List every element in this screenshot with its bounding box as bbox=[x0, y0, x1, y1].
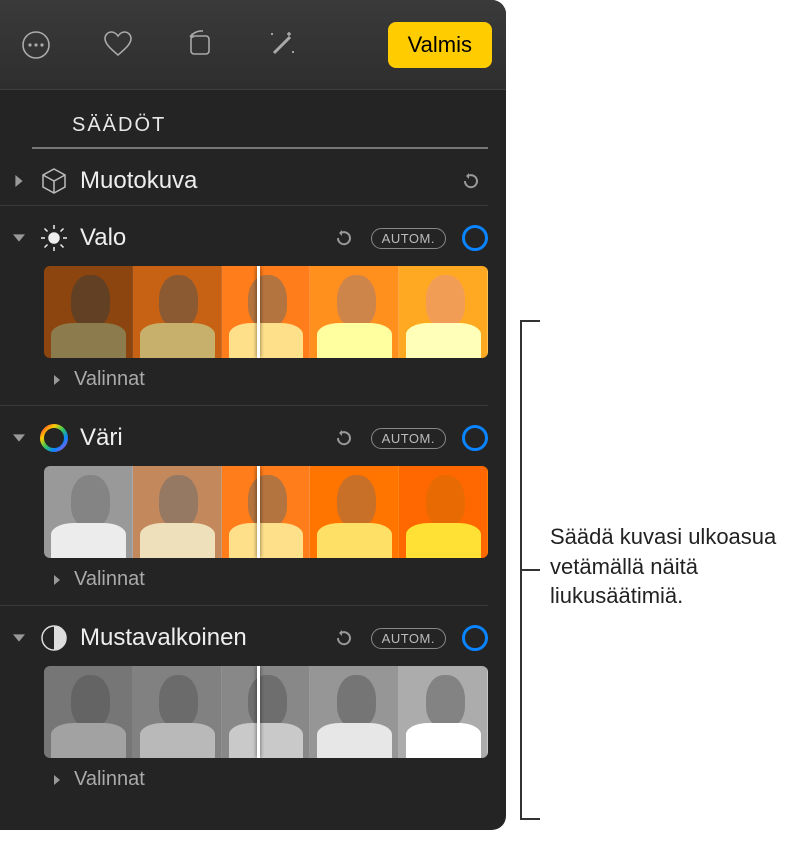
favorite-icon[interactable] bbox=[96, 23, 140, 67]
auto-button[interactable]: AUTOM. bbox=[371, 628, 446, 649]
slider-handle[interactable] bbox=[257, 266, 260, 358]
reset-icon[interactable] bbox=[331, 625, 357, 651]
color-wheel-icon bbox=[38, 422, 70, 454]
options-label: Valinnat bbox=[74, 368, 145, 391]
editor-toolbar: Valmis bbox=[0, 0, 506, 90]
status-ring[interactable] bbox=[462, 425, 488, 451]
light-sun-icon bbox=[38, 222, 70, 254]
options-toggle[interactable]: Valinnat bbox=[0, 562, 488, 606]
more-icon[interactable] bbox=[14, 23, 58, 67]
chevron-down-icon[interactable] bbox=[10, 629, 28, 647]
callout-tick bbox=[520, 569, 540, 571]
options-label: Valinnat bbox=[74, 568, 145, 591]
options-toggle[interactable]: Valinnat bbox=[0, 362, 488, 406]
status-ring[interactable] bbox=[462, 625, 488, 651]
adjustments-panel: Valmis SÄÄDÖT Muotokuva Valo bbox=[0, 0, 506, 830]
chevron-down-icon[interactable] bbox=[10, 229, 28, 247]
group-color: Väri AUTOM. Valinnat bbox=[0, 414, 506, 606]
group-label: Mustavalkoinen bbox=[80, 624, 321, 652]
options-toggle[interactable]: Valinnat bbox=[0, 762, 488, 805]
options-label: Valinnat bbox=[74, 768, 145, 791]
enhance-icon[interactable] bbox=[260, 23, 304, 67]
crop-icon[interactable] bbox=[178, 23, 222, 67]
callout-text: Säädä kuvasi ulkoasua vetämällä näitä li… bbox=[550, 522, 800, 611]
bw-contrast-icon bbox=[38, 622, 70, 654]
chevron-down-icon[interactable] bbox=[10, 429, 28, 447]
chevron-right-icon bbox=[48, 571, 66, 589]
group-light: Valo AUTOM. Valinnat bbox=[0, 214, 506, 406]
reset-icon[interactable] bbox=[458, 168, 484, 194]
group-bw: Mustavalkoinen AUTOM. Valinnat bbox=[0, 614, 506, 805]
group-label: Valo bbox=[80, 224, 321, 252]
auto-button[interactable]: AUTOM. bbox=[371, 228, 446, 249]
reset-icon[interactable] bbox=[331, 425, 357, 451]
slider-handle[interactable] bbox=[257, 466, 260, 558]
group-portrait: Muotokuva bbox=[0, 157, 506, 206]
chevron-right-icon bbox=[48, 771, 66, 789]
chevron-right-icon bbox=[48, 371, 66, 389]
reset-icon[interactable] bbox=[331, 225, 357, 251]
callout-tick bbox=[520, 320, 540, 322]
done-button[interactable]: Valmis bbox=[388, 22, 492, 68]
status-ring[interactable] bbox=[462, 225, 488, 251]
group-label: Muotokuva bbox=[80, 167, 448, 195]
group-label: Väri bbox=[80, 424, 321, 452]
color-slider[interactable] bbox=[44, 466, 488, 558]
chevron-right-icon[interactable] bbox=[10, 172, 28, 190]
portrait-cube-icon bbox=[38, 165, 70, 197]
auto-button[interactable]: AUTOM. bbox=[371, 428, 446, 449]
section-title: SÄÄDÖT bbox=[32, 90, 488, 149]
bw-slider[interactable] bbox=[44, 666, 488, 758]
callout-tick bbox=[520, 818, 540, 820]
light-slider[interactable] bbox=[44, 266, 488, 358]
slider-handle[interactable] bbox=[257, 666, 260, 758]
